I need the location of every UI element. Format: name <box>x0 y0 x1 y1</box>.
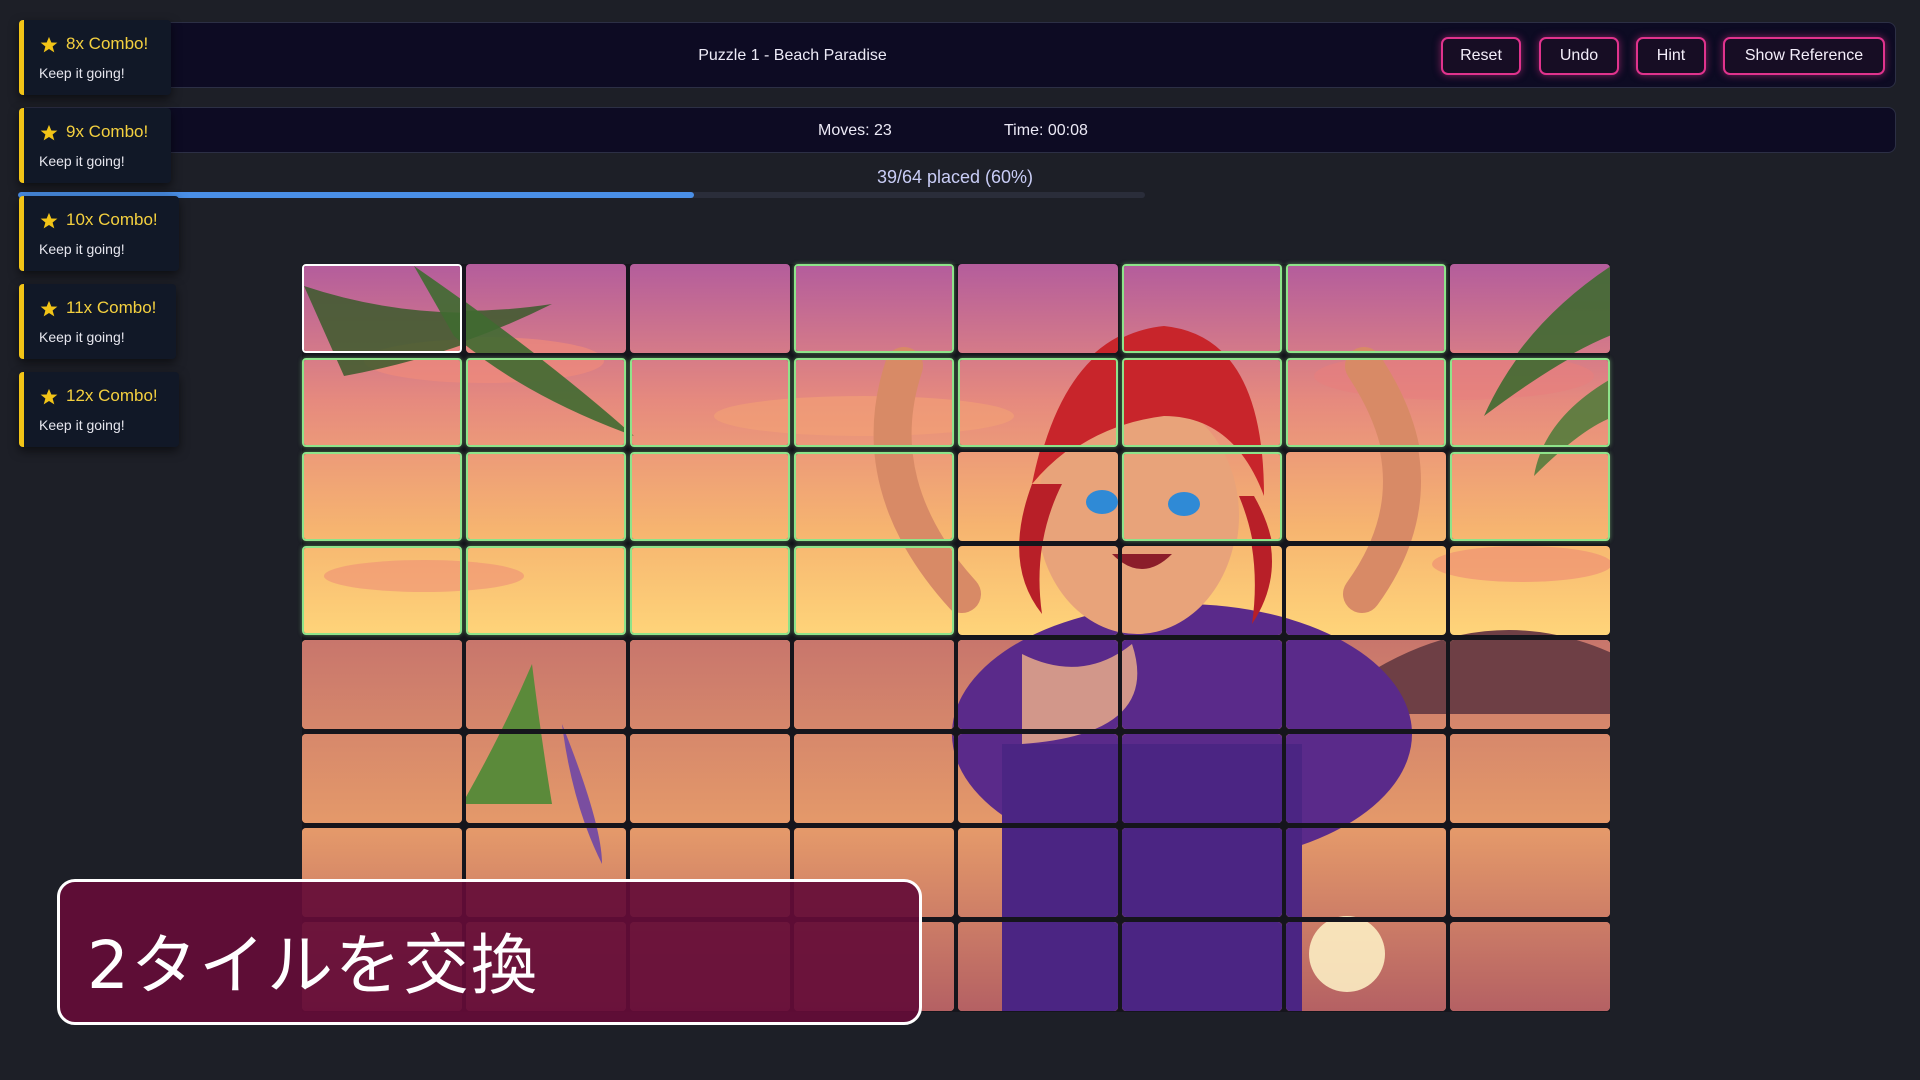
puzzle-tile[interactable] <box>958 922 1118 1011</box>
puzzle-tile[interactable] <box>630 546 790 635</box>
puzzle-tile[interactable] <box>1122 264 1282 353</box>
puzzle-tile[interactable] <box>1450 546 1610 635</box>
star-icon <box>40 36 58 53</box>
puzzle-tile[interactable] <box>794 734 954 823</box>
puzzle-tile[interactable] <box>302 452 462 541</box>
puzzle-tile[interactable] <box>1122 922 1282 1011</box>
puzzle-tile[interactable] <box>302 264 462 353</box>
header-bar: Puzzle 1 - Beach Paradise Reset Undo Hin… <box>20 22 1896 88</box>
puzzle-tile[interactable] <box>1450 734 1610 823</box>
reset-button[interactable]: Reset <box>1441 37 1521 75</box>
puzzle-tile[interactable] <box>1286 734 1446 823</box>
combo-toast: 8x Combo! Keep it going! <box>19 20 171 95</box>
combo-title: 12x Combo! <box>66 386 158 405</box>
combo-toast: 10x Combo! Keep it going! <box>19 196 179 271</box>
puzzle-tile[interactable] <box>1122 452 1282 541</box>
puzzle-tile[interactable] <box>1286 358 1446 447</box>
puzzle-tile[interactable] <box>958 546 1118 635</box>
puzzle-title: Puzzle 1 - Beach Paradise <box>698 47 887 64</box>
puzzle-tile[interactable] <box>302 358 462 447</box>
action-toast: 2タイルを交換 <box>57 879 922 1025</box>
combo-title: 9x Combo! <box>66 122 149 141</box>
puzzle-tile[interactable] <box>958 358 1118 447</box>
puzzle-tile[interactable] <box>794 546 954 635</box>
puzzle-tile[interactable] <box>1286 922 1446 1011</box>
puzzle-tile[interactable] <box>302 546 462 635</box>
puzzle-tile[interactable] <box>1286 546 1446 635</box>
puzzle-tile[interactable] <box>1122 546 1282 635</box>
puzzle-tile[interactable] <box>466 358 626 447</box>
puzzle-tile[interactable] <box>1122 828 1282 917</box>
puzzle-tile[interactable] <box>466 452 626 541</box>
puzzle-tile[interactable] <box>1122 640 1282 729</box>
puzzle-tile[interactable] <box>1450 264 1610 353</box>
puzzle-tile[interactable] <box>1286 452 1446 541</box>
puzzle-tile[interactable] <box>466 640 626 729</box>
puzzle-tile[interactable] <box>466 546 626 635</box>
puzzle-tile[interactable] <box>630 264 790 353</box>
combo-title: 11x Combo! <box>66 298 157 317</box>
puzzle-tile[interactable] <box>630 640 790 729</box>
puzzle-tile[interactable] <box>1286 640 1446 729</box>
show-reference-button[interactable]: Show Reference <box>1723 37 1885 75</box>
puzzle-tile[interactable] <box>1450 922 1610 1011</box>
puzzle-tile[interactable] <box>958 640 1118 729</box>
puzzle-tile[interactable] <box>794 452 954 541</box>
puzzle-tile[interactable] <box>958 264 1118 353</box>
moves-counter: Moves: 23 <box>818 122 892 139</box>
puzzle-tile[interactable] <box>794 358 954 447</box>
combo-subtitle: Keep it going! <box>39 65 125 81</box>
puzzle-tile[interactable] <box>302 734 462 823</box>
puzzle-tile[interactable] <box>630 734 790 823</box>
puzzle-tile[interactable] <box>466 264 626 353</box>
puzzle-tile[interactable] <box>794 640 954 729</box>
undo-button[interactable]: Undo <box>1539 37 1619 75</box>
progress-bar <box>18 192 1145 198</box>
combo-subtitle: Keep it going! <box>39 417 125 433</box>
combo-subtitle: Keep it going! <box>39 153 125 169</box>
combo-subtitle: Keep it going! <box>39 241 125 257</box>
combo-toast: 11x Combo! Keep it going! <box>19 284 176 359</box>
star-icon <box>40 300 58 317</box>
stats-bar: Moves: 23 Time: 00:08 <box>20 107 1896 153</box>
combo-toast: 12x Combo! Keep it going! <box>19 372 179 447</box>
puzzle-tile[interactable] <box>794 264 954 353</box>
puzzle-tile[interactable] <box>466 734 626 823</box>
puzzle-tile[interactable] <box>1122 734 1282 823</box>
puzzle-tile[interactable] <box>1450 640 1610 729</box>
combo-title: 8x Combo! <box>66 34 149 53</box>
combo-subtitle: Keep it going! <box>39 329 125 345</box>
hint-button[interactable]: Hint <box>1636 37 1706 75</box>
puzzle-tile[interactable] <box>302 640 462 729</box>
puzzle-tile[interactable] <box>958 734 1118 823</box>
puzzle-tile[interactable] <box>1122 358 1282 447</box>
combo-title: 10x Combo! <box>66 210 158 229</box>
puzzle-tile[interactable] <box>1450 828 1610 917</box>
puzzle-tile[interactable] <box>1450 358 1610 447</box>
star-icon <box>40 388 58 405</box>
puzzle-tile[interactable] <box>1450 452 1610 541</box>
star-icon <box>40 212 58 229</box>
timer: Time: 00:08 <box>1004 122 1088 139</box>
combo-toast: 9x Combo! Keep it going! <box>19 108 171 183</box>
progress-label: 39/64 placed (60%) <box>876 167 1034 187</box>
puzzle-tile[interactable] <box>958 828 1118 917</box>
star-icon <box>40 124 58 141</box>
action-toast-text: 2タイルを交換 <box>87 927 539 1004</box>
puzzle-tile[interactable] <box>1286 828 1446 917</box>
puzzle-tile[interactable] <box>630 358 790 447</box>
puzzle-tile[interactable] <box>1286 264 1446 353</box>
puzzle-tile[interactable] <box>958 452 1118 541</box>
puzzle-tile[interactable] <box>630 452 790 541</box>
